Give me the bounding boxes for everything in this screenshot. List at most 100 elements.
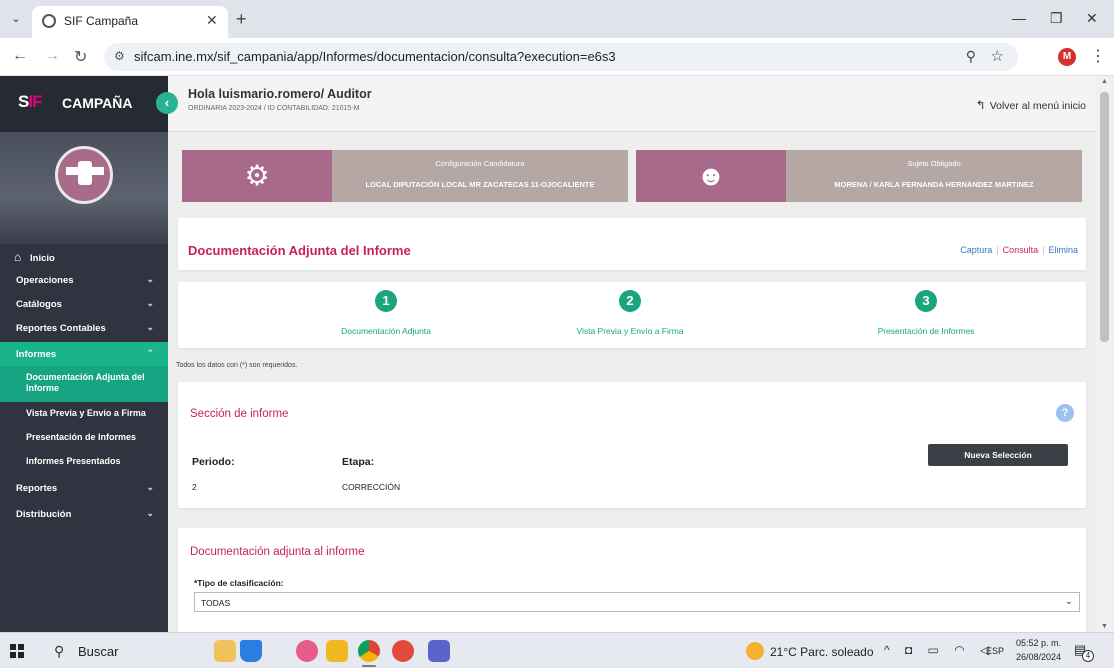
sidebar: SIF CAMPAÑA ⌂ Inicio Operaciones ⌄ Catál… [0,76,168,632]
captura-link[interactable]: Captura [960,245,992,255]
scroll-up-icon[interactable]: ▲ [1101,78,1108,85]
elimina-link[interactable]: Elimina [1048,245,1078,255]
url-field[interactable]: ⚙ sifcam.ine.mx/sif_campania/app/Informe… [104,43,1018,71]
weather-icon[interactable] [746,642,764,660]
profile-avatar[interactable]: M [1058,48,1076,66]
step-number: 3 [915,290,937,312]
mode-links: Captura | Consulta | Elimina [960,245,1078,255]
sidebar-item-distribucion[interactable]: Distribución ⌄ [0,502,168,526]
taskbar-search[interactable]: Buscar [78,644,118,659]
gear-icon: ⚙ [182,150,332,202]
card-value: LOCAL DIPUTACIÓN LOCAL MR ZACATECAS 11-O… [365,180,595,189]
search-icon[interactable]: ⚲ [54,643,64,660]
zoom-icon[interactable]: ⚲ [966,48,976,65]
required-note: Todos los datos con (*) son requeridos. [176,362,298,369]
chevron-up-icon: ⌃ [146,348,154,358]
sidebar-subitem-vista-previa[interactable]: Vista Previa y Envío a Firma [0,402,168,426]
step-label: Presentación de Informes [877,326,975,336]
widgets-app-icon[interactable] [214,640,236,662]
chevron-down-icon: ⌄ [146,482,154,492]
chrome-icon[interactable] [358,640,380,662]
greeting: Hola luismario.romero/ Auditor [188,87,372,101]
sidebar-subitem-documentacion[interactable]: Documentación Adjunta del Informe [0,366,168,402]
restore-icon[interactable]: ❐ [1050,10,1063,27]
forward-arrow-icon[interactable]: → [44,47,60,65]
tab-list-chevron-icon[interactable]: ⌄ [6,9,26,29]
reload-icon[interactable]: ↻ [74,47,87,67]
card-label: Sujeto Obligado [907,159,961,168]
sidebar-subitem-presentados[interactable]: Informes Presentados [0,450,168,474]
sidebar-item-catalogos[interactable]: Catálogos ⌄ [0,292,168,316]
colorful-app-icon[interactable] [296,640,318,662]
system-tray-icons[interactable]: ^ ◘ ▭ ◠ ◁ [884,643,995,657]
new-tab-icon[interactable]: + [236,9,247,30]
sidebar-subitem-presentacion[interactable]: Presentación de Informes [0,426,168,450]
step-2[interactable]: 2 Vista Previa y Envío a Firma [530,290,730,336]
file-app-icon[interactable] [240,640,262,662]
chevron-down-icon: ⌄ [146,298,154,308]
avatar [55,146,113,204]
sidebar-item-label: Reportes [16,483,58,494]
section-title: Sección de informe [190,408,289,420]
consulta-link[interactable]: Consulta [1003,245,1039,255]
clock-date[interactable]: 26/08/2024 [1016,652,1061,662]
page-scrollbar[interactable]: ▲ ▼ [1096,76,1114,632]
windows-start-icon[interactable] [10,644,24,658]
etapa-label: Etapa: [342,456,375,468]
clock-time[interactable]: 05:52 p. m. [1016,638,1061,648]
sidebar-item-label: Reportes Contables [16,323,106,334]
close-window-icon[interactable]: ✕ [1086,10,1098,27]
tab-title: SIF Campaña [64,14,139,28]
sidebar-item-reportes[interactable]: Reportes ⌄ [0,476,168,500]
browser-tab[interactable]: SIF Campaña ✕ [32,6,228,38]
classification-select[interactable]: TODAS ⌄ [194,592,1080,612]
sif-logo: SIF [18,92,42,111]
collapse-sidebar-icon[interactable]: ‹ [156,92,178,114]
profile-banner [0,132,168,244]
sidebar-item-operaciones[interactable]: Operaciones ⌄ [0,268,168,292]
sidebar-subitem-label: Vista Previa y Envío a Firma [26,408,146,418]
minimize-icon[interactable]: — [1012,10,1026,26]
chevron-down-icon: ⌄ [146,322,154,332]
scroll-down-icon[interactable]: ▼ [1101,623,1108,630]
close-tab-icon[interactable]: ✕ [206,12,218,29]
browser-tabbar: ⌄ SIF Campaña ✕ + — ❐ ✕ [0,0,1114,38]
sujeto-card: ☻ Sujeto Obligado MORENA / KARLA FERNAND… [636,150,1082,202]
separator: | [996,245,999,255]
nueva-seleccion-button[interactable]: Nueva Selección [928,444,1068,466]
chevron-down-icon: ⌄ [146,508,154,518]
scroll-thumb[interactable] [1100,92,1109,342]
accounting-id: ORDINARIA 2023-2024 / ID CONTABILIDAD: 2… [188,105,360,112]
main-content: Hola luismario.romero/ Auditor ORDINARIA… [168,76,1096,632]
select-label: *Tipo de clasificación: [194,578,284,588]
sidebar-item-label: Catálogos [16,299,62,310]
screen: ⌄ SIF Campaña ✕ + — ❐ ✕ ← → ↻ ⚙ sifcam.i… [0,0,1114,668]
file-explorer-icon[interactable] [326,640,348,662]
step-number: 2 [619,290,641,312]
etapa-value: CORRECCIÓN [342,482,401,492]
reply-arrow-icon: ↰ [975,98,986,112]
step-1[interactable]: 1 Documentación Adjunta [286,290,486,336]
home-icon: ⌂ [14,250,22,264]
step-label: Vista Previa y Envío a Firma [576,326,684,336]
site-info-icon[interactable]: ⚙ [114,49,125,63]
chrome-profile-icon[interactable] [392,640,414,662]
user-icon: ☻ [636,150,786,202]
sidebar-item-informes[interactable]: Informes ⌃ [0,342,168,366]
help-icon[interactable]: ? [1056,404,1074,422]
step-label: Documentación Adjunta [341,326,431,336]
bookmark-star-icon[interactable]: ☆ [991,47,1004,65]
language-indicator[interactable]: ESP [986,646,1004,656]
chevron-down-icon: ⌄ [146,274,154,284]
back-to-menu-link[interactable]: ↰ Volver al menú inicio [976,98,1086,112]
sidebar-item-label: Distribución [16,509,72,520]
browser-menu-icon[interactable]: ⋮ [1090,46,1106,66]
weather-text[interactable]: 21°C Parc. soleado [770,645,874,659]
step-3[interactable]: 3 Presentación de Informes [826,290,1026,336]
sidebar-item-reportes-contables[interactable]: Reportes Contables ⌄ [0,316,168,340]
sidebar-item-inicio[interactable]: ⌂ Inicio [0,246,168,270]
teams-icon[interactable] [428,640,450,662]
back-link-label: Volver al menú inicio [989,100,1086,112]
sidebar-item-label: Operaciones [16,275,74,286]
back-arrow-icon[interactable]: ← [12,47,28,65]
